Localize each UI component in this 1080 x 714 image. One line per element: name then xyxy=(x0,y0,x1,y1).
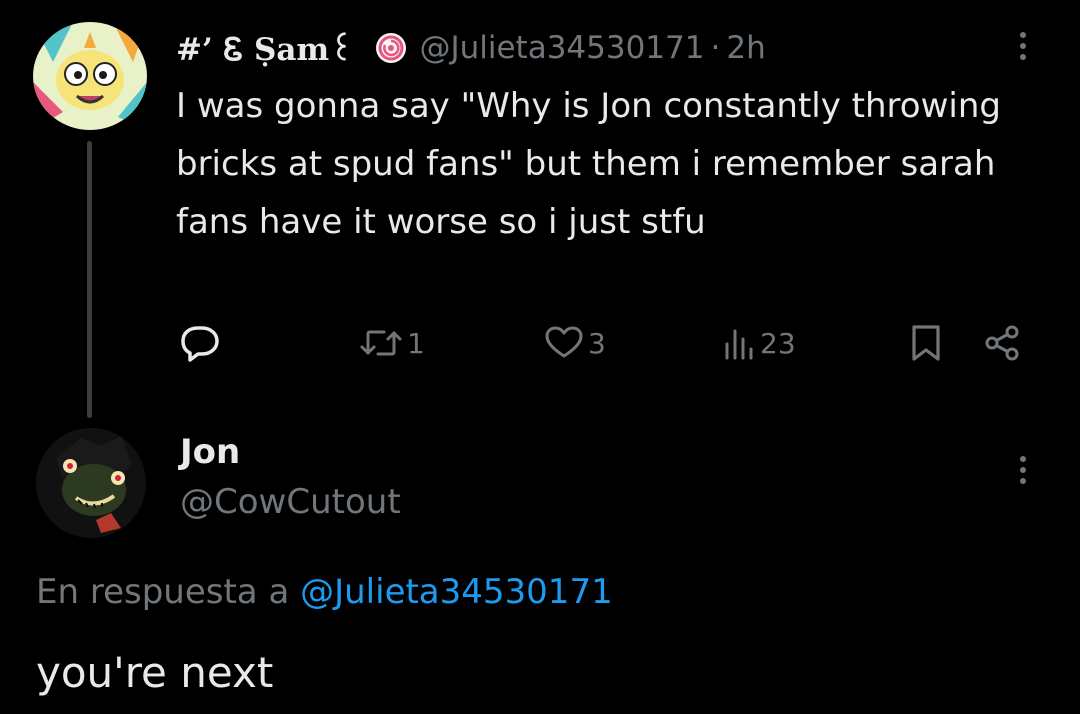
author-name[interactable]: Jon xyxy=(180,432,240,472)
reply-button[interactable] xyxy=(176,318,226,368)
badge-icon xyxy=(375,32,407,64)
views-icon xyxy=(722,325,756,361)
avatar[interactable] xyxy=(36,428,146,538)
timestamp[interactable]: 2h xyxy=(726,30,765,66)
thread-line xyxy=(87,141,92,418)
retweet-button[interactable]: 1 xyxy=(359,318,425,368)
heart-icon xyxy=(544,325,584,361)
replying-to: En respuesta a @Julieta34530171 xyxy=(36,572,613,612)
replying-prefix: En respuesta a xyxy=(36,572,290,612)
like-count: 3 xyxy=(588,326,606,360)
mention-link[interactable]: @Julieta34530171 xyxy=(300,572,613,612)
retweet-icon xyxy=(359,325,403,361)
avatar[interactable] xyxy=(33,22,147,130)
author-handle[interactable]: @CowCutout xyxy=(180,482,401,522)
share-icon xyxy=(982,323,1022,363)
tweet-text: I was gonna say "Why is Jon constantly t… xyxy=(176,86,1001,242)
more-vertical-icon[interactable] xyxy=(1013,450,1033,490)
retweet-count: 1 xyxy=(407,326,425,360)
more-vertical-icon[interactable] xyxy=(1013,26,1033,66)
action-bar: 1 3 23 xyxy=(176,318,1036,368)
separator: · xyxy=(710,30,721,66)
reply-icon xyxy=(176,323,222,363)
share-button[interactable] xyxy=(982,318,1022,368)
views-count: 23 xyxy=(760,326,796,360)
bookmark-button[interactable] xyxy=(908,318,944,368)
author-name[interactable]: #’ Ꮛ Ṣam꒰ xyxy=(176,27,353,69)
tweet-text: you're next xyxy=(36,648,274,697)
author-handle[interactable]: @Julieta34530171 xyxy=(419,30,704,66)
views-button[interactable]: 23 xyxy=(722,318,796,368)
tweet-header: #’ Ꮛ Ṣam꒰ @Julieta34530171 · 2h xyxy=(176,28,766,68)
bookmark-icon xyxy=(908,323,944,363)
like-button[interactable]: 3 xyxy=(544,318,606,368)
